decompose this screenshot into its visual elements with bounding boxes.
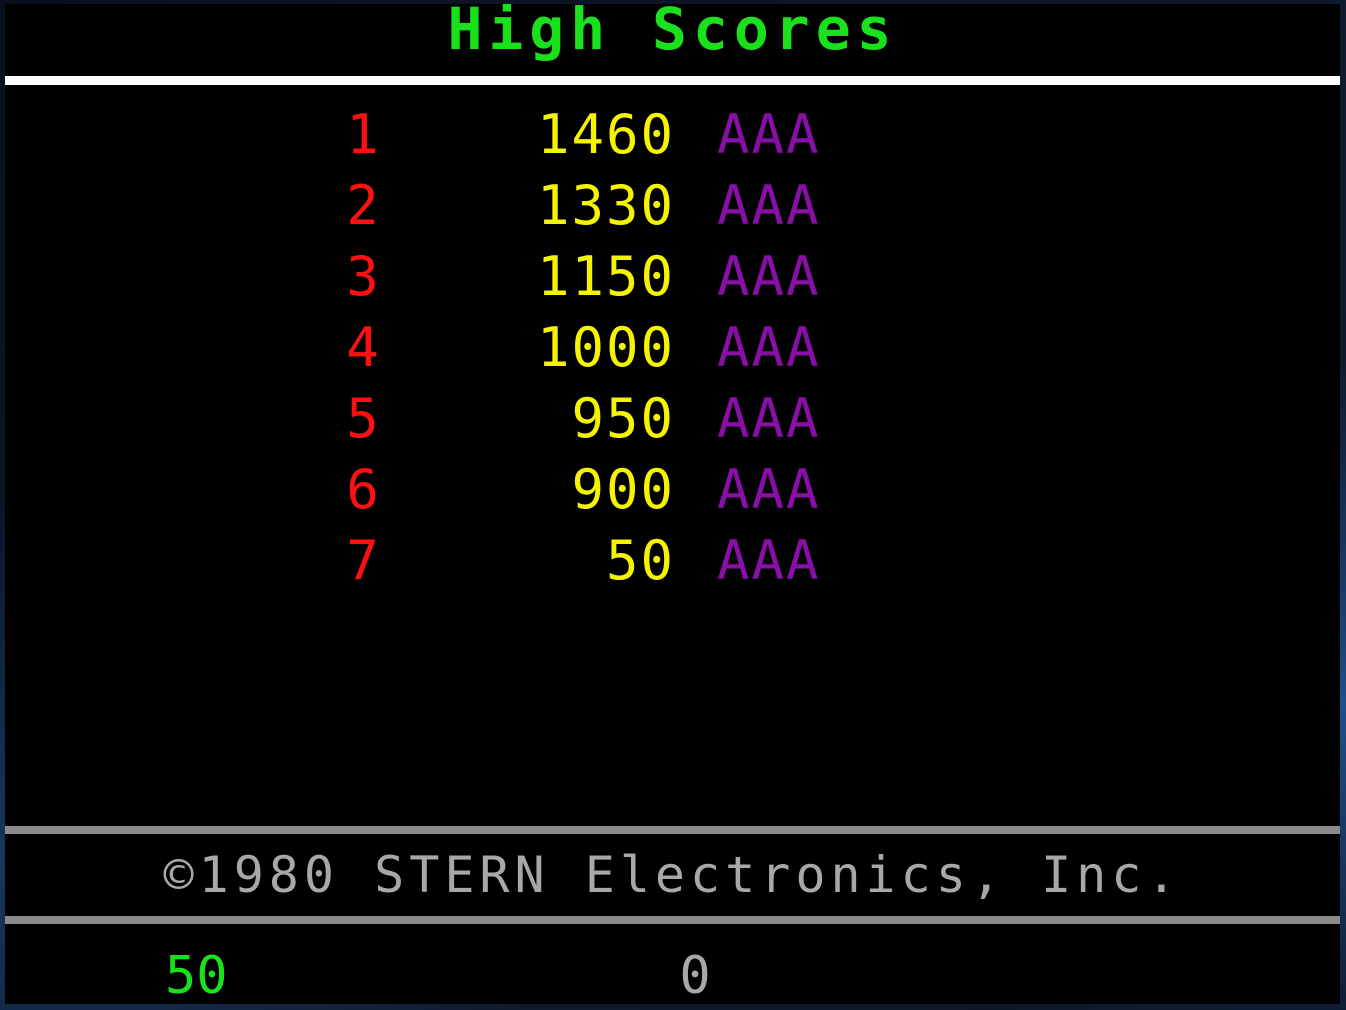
player1-score: 50 — [165, 946, 228, 1004]
player-initials: AAA — [717, 529, 821, 592]
game-screen: High Scores 1 1460 AAA 2 1330 AAA 3 1150… — [5, 4, 1340, 1004]
player-initials: AAA — [717, 387, 821, 450]
rank-label: 5 — [346, 387, 379, 450]
copyright-notice: ©1980 STERN Electronics, Inc. — [163, 846, 1182, 904]
player-initials: AAA — [717, 458, 821, 521]
score-value: 1330 — [536, 174, 675, 237]
footer-divider-bottom — [5, 916, 1340, 924]
rank-label: 4 — [346, 316, 379, 379]
player2-score: 0 — [679, 946, 711, 1004]
score-value: 950 — [571, 387, 675, 450]
score-value: 1460 — [536, 103, 675, 166]
score-row: 5 950 AAA — [5, 389, 1340, 449]
score-row: 4 1000 AAA — [5, 318, 1340, 378]
score-value: 1000 — [536, 316, 675, 379]
rank-label: 2 — [346, 174, 379, 237]
rank-label: 7 — [346, 529, 379, 592]
score-row: 7 50 AAA — [5, 531, 1340, 591]
score-value: 1150 — [536, 245, 675, 308]
score-row: 6 900 AAA — [5, 460, 1340, 520]
score-value: 50 — [605, 529, 675, 592]
player-initials: AAA — [717, 245, 821, 308]
score-value: 900 — [571, 458, 675, 521]
page-title: High Scores — [447, 4, 898, 63]
score-row: 2 1330 AAA — [5, 176, 1340, 236]
rank-label: 6 — [346, 458, 379, 521]
score-row: 1 1460 AAA — [5, 105, 1340, 165]
player-initials: AAA — [717, 316, 821, 379]
score-row: 3 1150 AAA — [5, 247, 1340, 307]
rank-label: 3 — [346, 245, 379, 308]
player-initials: AAA — [717, 174, 821, 237]
footer-divider-top — [5, 826, 1340, 834]
player-initials: AAA — [717, 103, 821, 166]
rank-label: 1 — [346, 103, 379, 166]
title-divider — [5, 76, 1340, 85]
